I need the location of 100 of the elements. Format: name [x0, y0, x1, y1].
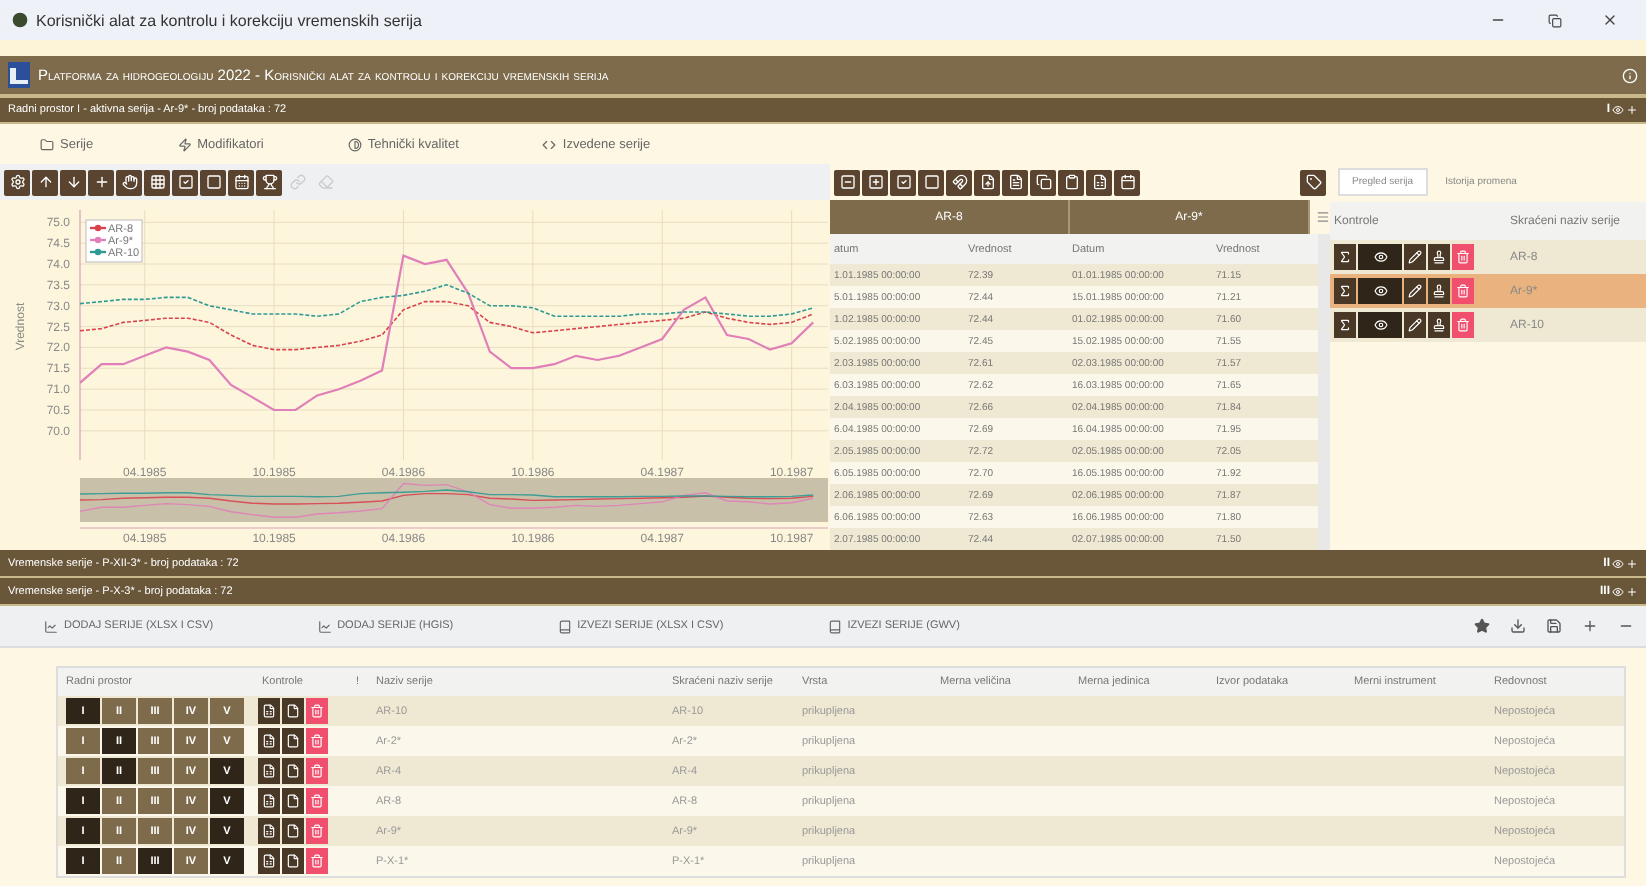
file-icon	[286, 734, 300, 748]
trash-icon	[310, 854, 324, 868]
toolbar-button[interactable]	[946, 169, 972, 195]
copy-icon	[1035, 174, 1051, 190]
toolbar-button[interactable]	[1114, 169, 1140, 195]
folder-icon	[40, 137, 54, 151]
toolbar-button[interactable]	[60, 169, 86, 195]
toolbar-button[interactable]	[4, 169, 30, 195]
pencil-icon	[1408, 250, 1422, 264]
lightning-icon	[177, 137, 192, 151]
file-button[interactable]	[282, 728, 304, 754]
legend-marker-icon	[90, 248, 106, 256]
info-icon	[1622, 67, 1638, 83]
export-button[interactable]	[258, 818, 280, 844]
sum-button[interactable]	[1334, 244, 1356, 270]
book-icon	[557, 619, 572, 633]
toolbar-button[interactable]	[974, 169, 1000, 195]
export-button[interactable]	[258, 698, 280, 724]
toolbar-button[interactable]	[88, 169, 114, 195]
toolbar-button[interactable]	[890, 169, 916, 195]
file-button[interactable]	[282, 698, 304, 724]
file-icon	[286, 794, 300, 808]
grid-icon	[149, 174, 165, 190]
edit-button[interactable]	[1404, 278, 1426, 304]
export-button[interactable]	[258, 788, 280, 814]
trash-icon	[310, 794, 324, 808]
spreadsheet-icon	[262, 854, 276, 868]
file-button[interactable]	[282, 848, 304, 874]
eraser-icon	[317, 174, 333, 190]
toolbar-button[interactable]	[1002, 169, 1028, 195]
file-button[interactable]	[282, 818, 304, 844]
toolbar-button[interactable]	[1086, 169, 1112, 195]
chart-icon	[44, 619, 58, 633]
spreadsheet-icon	[1091, 174, 1107, 190]
edit-button[interactable]	[1404, 312, 1426, 338]
file-icon	[286, 824, 300, 838]
sum-button[interactable]	[1334, 312, 1356, 338]
toolbar-button[interactable]	[1058, 169, 1084, 195]
document-icon	[1007, 174, 1023, 190]
toolbar-button[interactable]	[834, 169, 860, 195]
sigma-icon	[1338, 318, 1352, 332]
export-button[interactable]	[258, 848, 280, 874]
toolbar-button[interactable]	[862, 169, 888, 195]
toolbar-button[interactable]	[918, 169, 944, 195]
stamp-button[interactable]	[1428, 278, 1450, 304]
plus-icon	[1626, 104, 1638, 116]
hand-icon	[121, 174, 137, 190]
toolbar-button[interactable]	[200, 169, 226, 195]
export-button[interactable]	[258, 728, 280, 754]
spreadsheet-icon	[262, 824, 276, 838]
spreadsheet-icon	[262, 734, 276, 748]
file-icon	[286, 704, 300, 718]
toolbar-button[interactable]	[256, 169, 282, 195]
menu-icon	[1316, 210, 1330, 224]
file-button[interactable]	[282, 758, 304, 784]
file-icon	[286, 854, 300, 868]
tag-icon	[1305, 174, 1321, 190]
trash-icon	[1456, 284, 1470, 298]
toolbar-button[interactable]	[1030, 169, 1056, 195]
edit-button[interactable]	[1404, 244, 1426, 270]
contrast-icon	[347, 137, 362, 151]
file-upload-icon	[979, 174, 995, 190]
trash-icon	[1456, 318, 1470, 332]
sum-button[interactable]	[1334, 278, 1356, 304]
file-icon	[286, 764, 300, 778]
sigma-icon	[1338, 250, 1352, 264]
visibility-button[interactable]	[1358, 244, 1402, 270]
app-icon	[12, 12, 28, 28]
window-title: Korisnički alat za kontrolu i korekciju vremenskih serija	[36, 11, 424, 29]
file-button[interactable]	[282, 788, 304, 814]
trash-icon	[1456, 250, 1470, 264]
checkbox-icon	[177, 174, 193, 190]
calendar-icon	[233, 174, 249, 190]
toolbar-button[interactable]	[116, 169, 142, 195]
export-button[interactable]	[258, 758, 280, 784]
visibility-button[interactable]	[1358, 278, 1402, 304]
toolbar-button[interactable]	[32, 169, 58, 195]
logo-icon	[8, 62, 30, 88]
stamp-icon	[1432, 318, 1446, 332]
star-icon	[1474, 618, 1490, 634]
tag-button[interactable]	[1300, 169, 1326, 195]
toolbar-button[interactable]	[144, 169, 170, 195]
stamp-button[interactable]	[1428, 244, 1450, 270]
arrow-up-icon	[37, 174, 53, 190]
stamp-icon	[1432, 250, 1446, 264]
magnet-icon	[951, 174, 967, 190]
book-icon	[827, 619, 842, 633]
clipboard-icon	[1063, 174, 1079, 190]
trash-icon	[310, 764, 324, 778]
eye-icon	[1612, 585, 1624, 597]
spreadsheet-icon	[262, 764, 276, 778]
stamp-icon	[1432, 284, 1446, 298]
toolbar-button[interactable]	[172, 169, 198, 195]
arrow-down-icon	[65, 174, 81, 190]
trash-icon	[310, 704, 324, 718]
stamp-button[interactable]	[1428, 312, 1450, 338]
expand-icon	[867, 174, 883, 190]
link-icon	[289, 174, 305, 190]
visibility-button[interactable]	[1358, 312, 1402, 338]
toolbar-button[interactable]	[228, 169, 254, 195]
